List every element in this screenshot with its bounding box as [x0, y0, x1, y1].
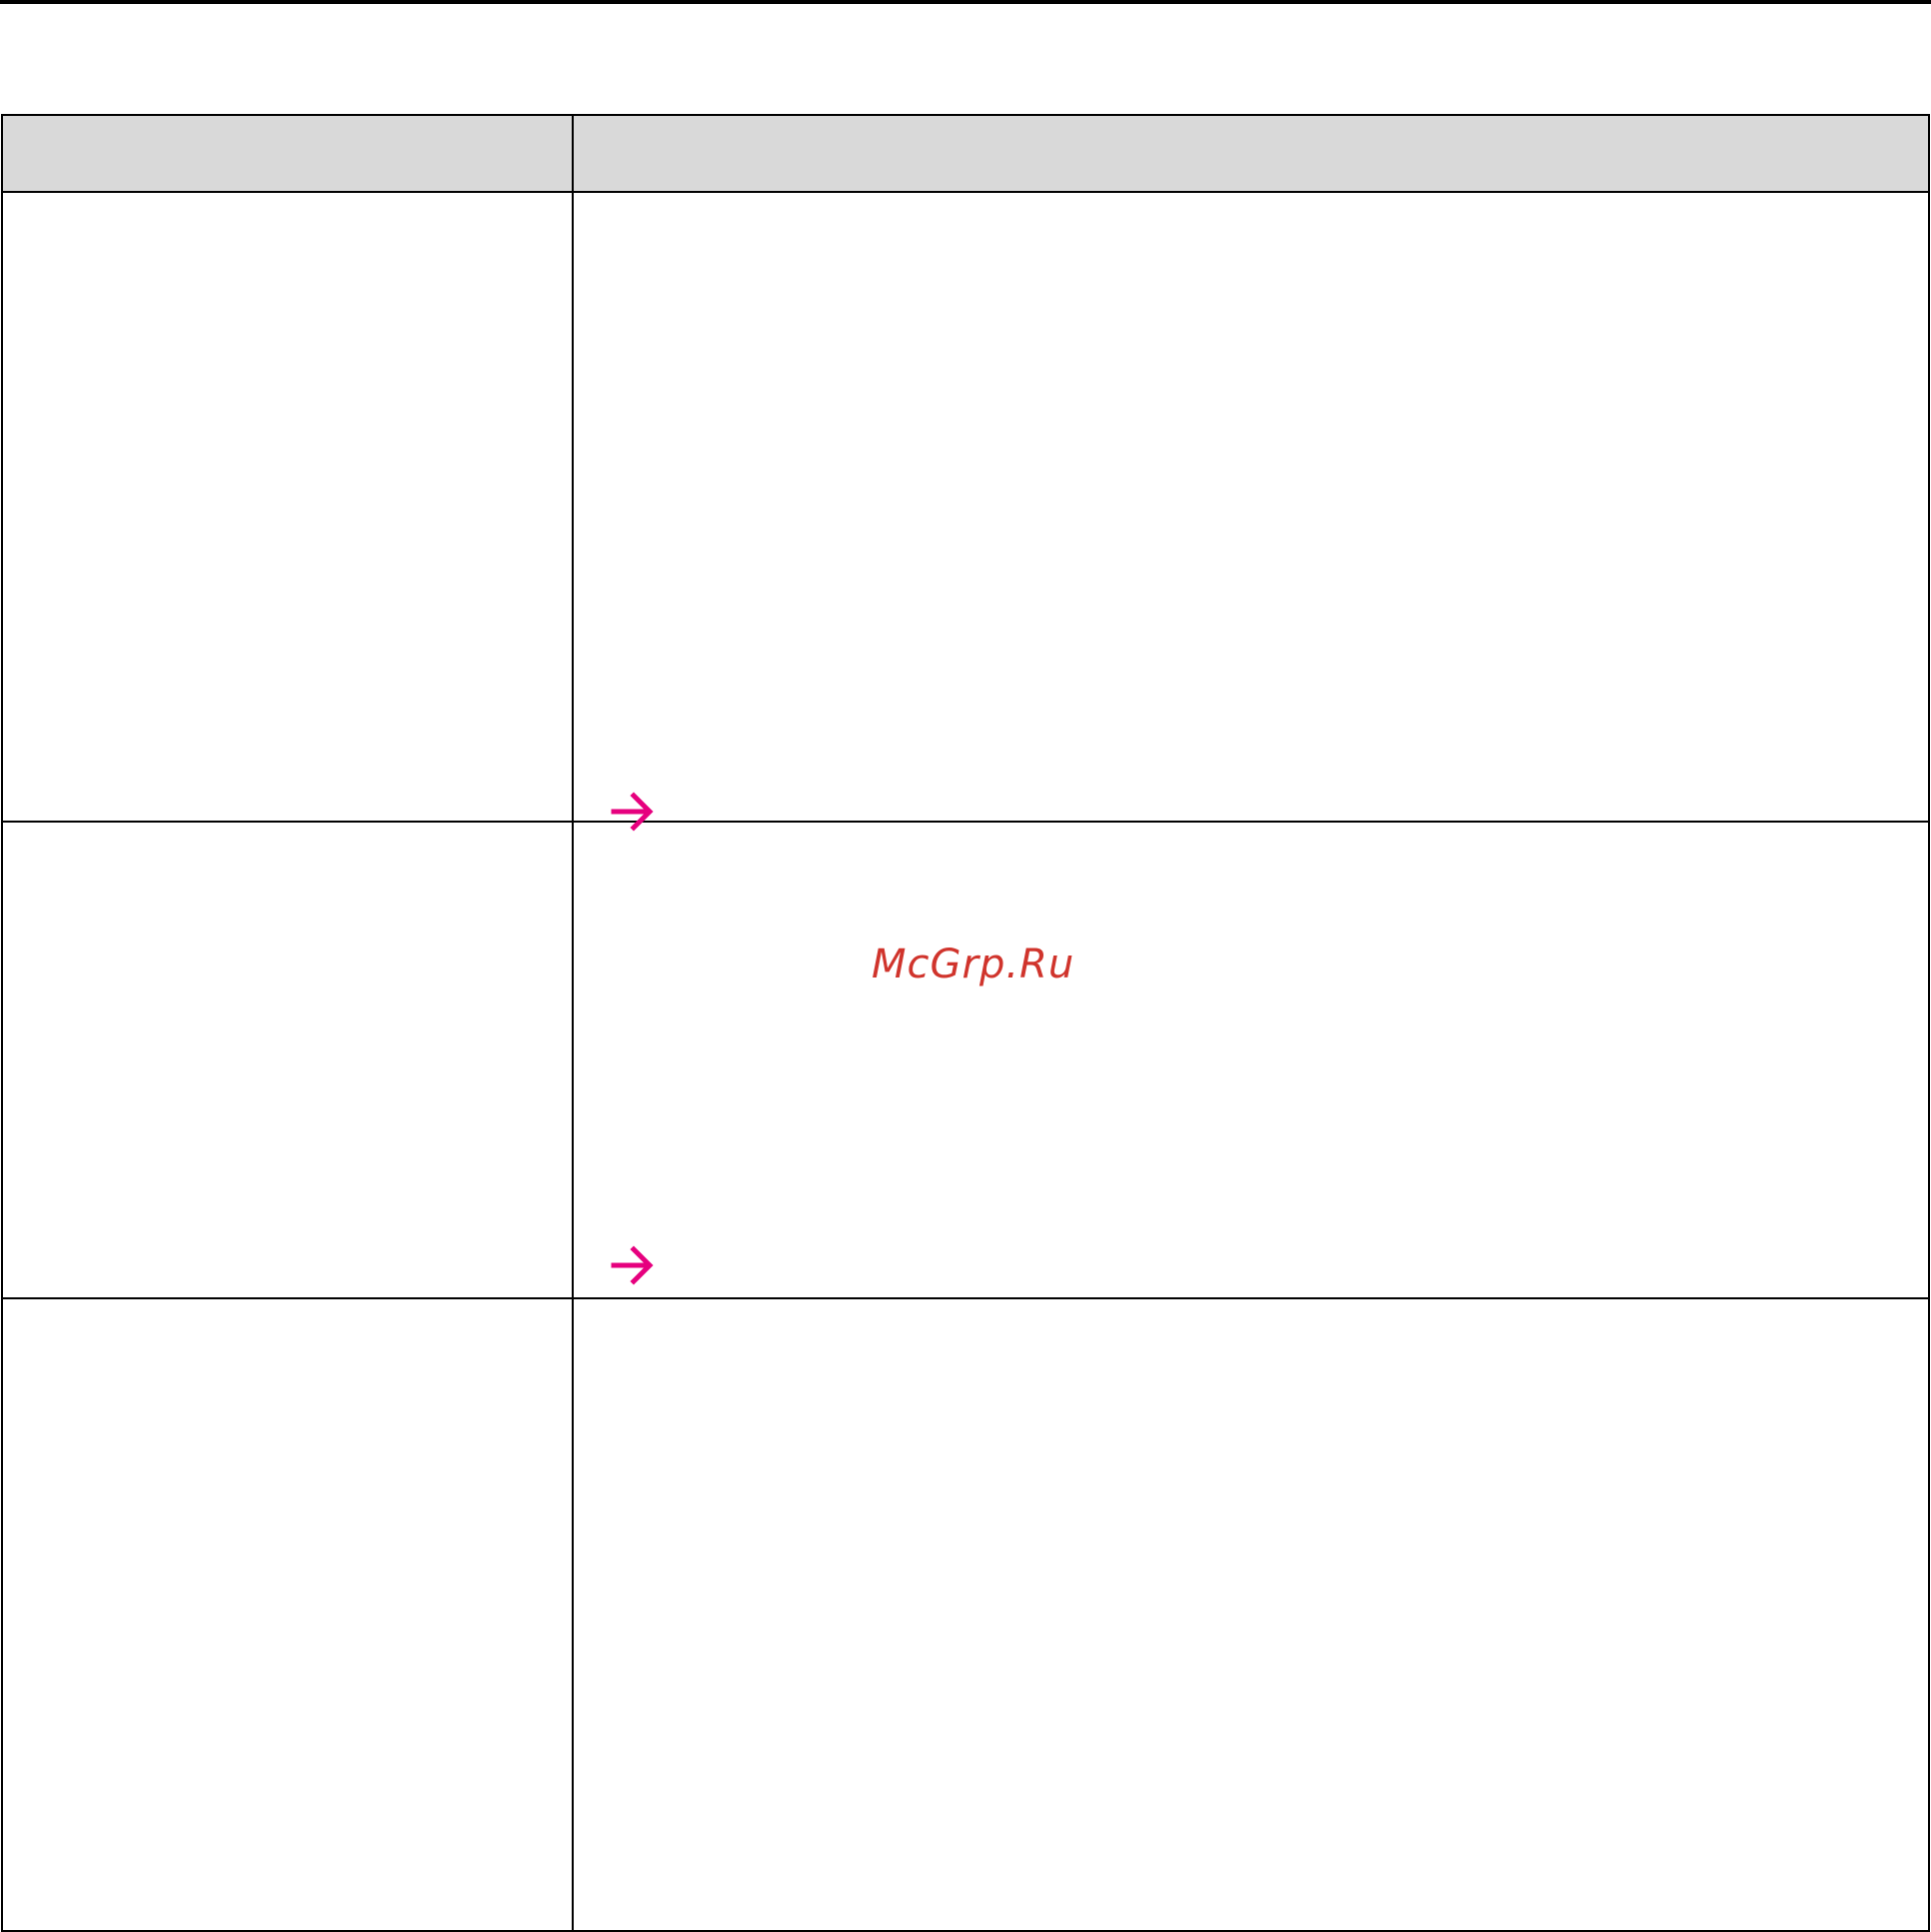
row-1-right-cell: [572, 191, 1930, 832]
header-cell-right: [572, 114, 1930, 193]
table-row: [1, 1297, 1930, 1932]
row-3-right-cell: [572, 1297, 1930, 1932]
header-cell-left: [1, 114, 574, 193]
watermark-text: McGrp.Ru: [872, 942, 1075, 987]
row-2-left-cell: [1, 821, 574, 1299]
right-arrow-icon: [611, 1245, 654, 1285]
row-2-right-cell: [572, 821, 1930, 1299]
table-header-row: [1, 114, 1930, 193]
document-table: [1, 114, 1930, 1932]
table-row: [1, 821, 1930, 1299]
row-1-left-cell: [1, 191, 574, 823]
table-row: [1, 191, 1930, 832]
top-rule: [0, 0, 1931, 4]
row-3-left-cell: [1, 1297, 574, 1932]
